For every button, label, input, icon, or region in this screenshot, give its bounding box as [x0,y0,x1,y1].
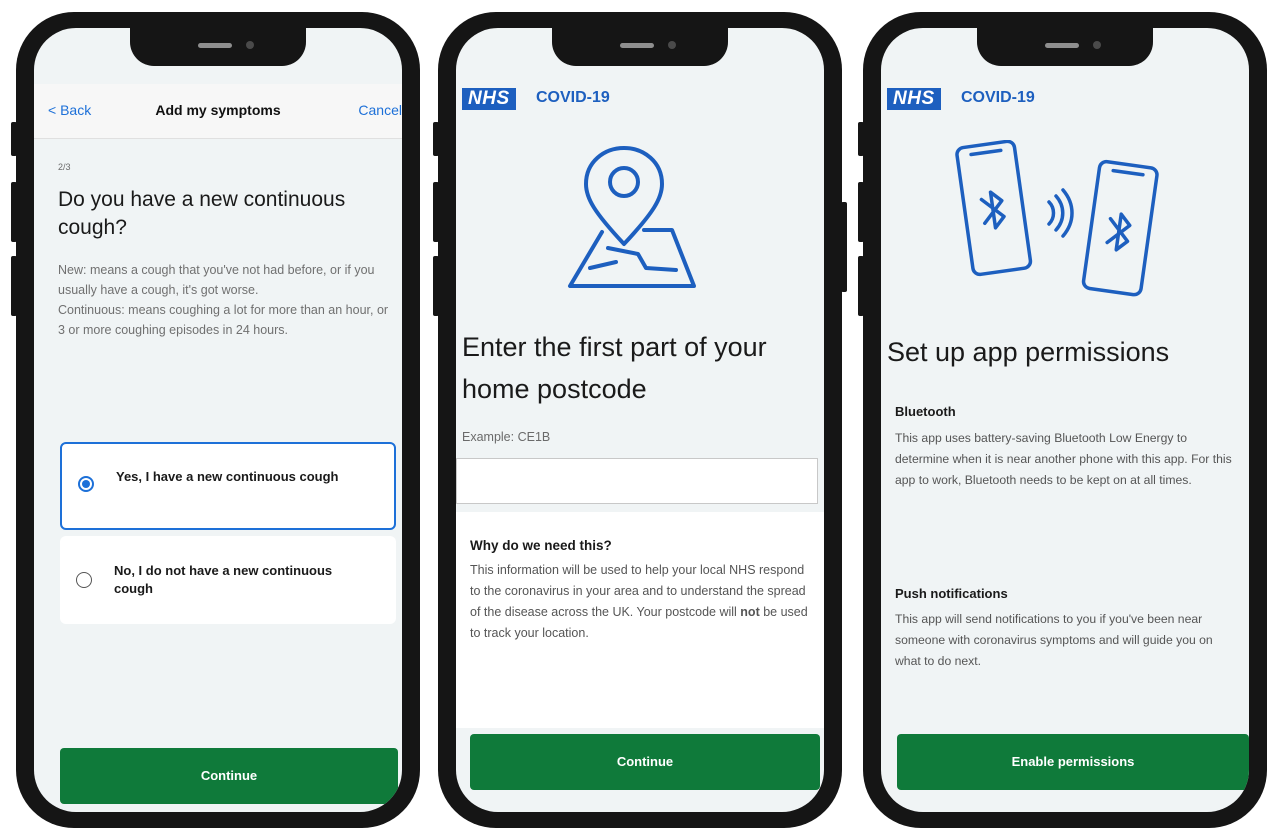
front-camera [668,41,676,49]
bluetooth-title: Bluetooth [895,404,956,419]
front-camera [246,41,254,49]
why-title: Why do we need this? [470,538,612,553]
radio-unselected-icon[interactable] [76,572,92,588]
app-name: COVID-19 [536,89,610,106]
mute-switch [11,122,17,156]
navigation-bar: < Back Add my symptoms Cancel [34,84,402,139]
option-yes[interactable]: Yes, I have a new continuous cough [60,442,396,530]
notch [977,28,1153,66]
bluetooth-phones-icon [955,140,1159,297]
nhs-logo: NHS [462,88,516,110]
phone-frame-symptoms: < Back Add my symptoms Cancel 2/3 Do you… [11,12,420,828]
volume-up-button [858,182,864,242]
postcode-heading: Enter the first part of your home postco… [462,332,767,404]
permissions-screen: NHS COVID-19 Set up app permissions Blue… [881,28,1249,812]
postcode-input[interactable] [456,458,818,504]
speaker [1045,43,1079,48]
push-notifications-title: Push notifications [895,586,1008,601]
enable-permissions-button[interactable]: Enable permissions [897,734,1249,790]
map-pin-icon [568,146,696,288]
symptoms-screen: < Back Add my symptoms Cancel 2/3 Do you… [34,28,402,812]
volume-up-button [433,182,439,242]
help-new: New: means a cough that you've not had b… [58,263,375,297]
mute-switch [858,122,864,156]
help-continuous: Continuous: means coughing a lot for mor… [58,303,389,337]
notch [130,28,306,66]
speaker [620,43,654,48]
continue-button[interactable]: Continue [60,748,398,804]
radio-selected-icon[interactable] [78,476,94,492]
mute-switch [433,122,439,156]
postcode-example: Example: CE1B [462,430,551,444]
volume-down-button [858,256,864,316]
why-body: This information will be used to help yo… [470,560,812,644]
volume-down-button [433,256,439,316]
side-button [841,202,847,292]
cancel-button[interactable]: Cancel [358,102,402,118]
notch [552,28,728,66]
volume-down-button [11,256,17,316]
question-heading: Do you have a new continuous cough? [58,188,346,239]
question-help: New: means a cough that you've not had b… [58,260,394,340]
front-camera [1093,41,1101,49]
push-notifications-body: This app will send notifications to you … [895,612,1213,668]
nhs-logo: NHS [887,88,941,110]
continue-button[interactable]: Continue [470,734,820,790]
bluetooth-body: This app uses battery-saving Bluetooth L… [895,431,1232,487]
option-no-label: No, I do not have a new continuous cough [114,563,333,596]
phone-frame-postcode: NHS COVID-19 Enter the first part of you… [433,12,847,828]
volume-up-button [11,182,17,242]
nav-title: Add my symptoms [155,102,281,118]
app-name: COVID-19 [961,89,1035,106]
speaker [198,43,232,48]
phone-frame-permissions: NHS COVID-19 Set up app permissions Blue… [858,12,1267,828]
permissions-heading: Set up app permissions [887,337,1170,367]
why-body-emphasis: not [740,605,760,619]
why-info-box: Why do we need this? This information wi… [456,512,824,728]
step-indicator: 2/3 [58,162,71,172]
postcode-screen: NHS COVID-19 Enter the first part of you… [456,28,824,812]
option-no[interactable]: No, I do not have a new continuous cough [60,536,396,624]
option-yes-label: Yes, I have a new continuous cough [116,469,339,484]
